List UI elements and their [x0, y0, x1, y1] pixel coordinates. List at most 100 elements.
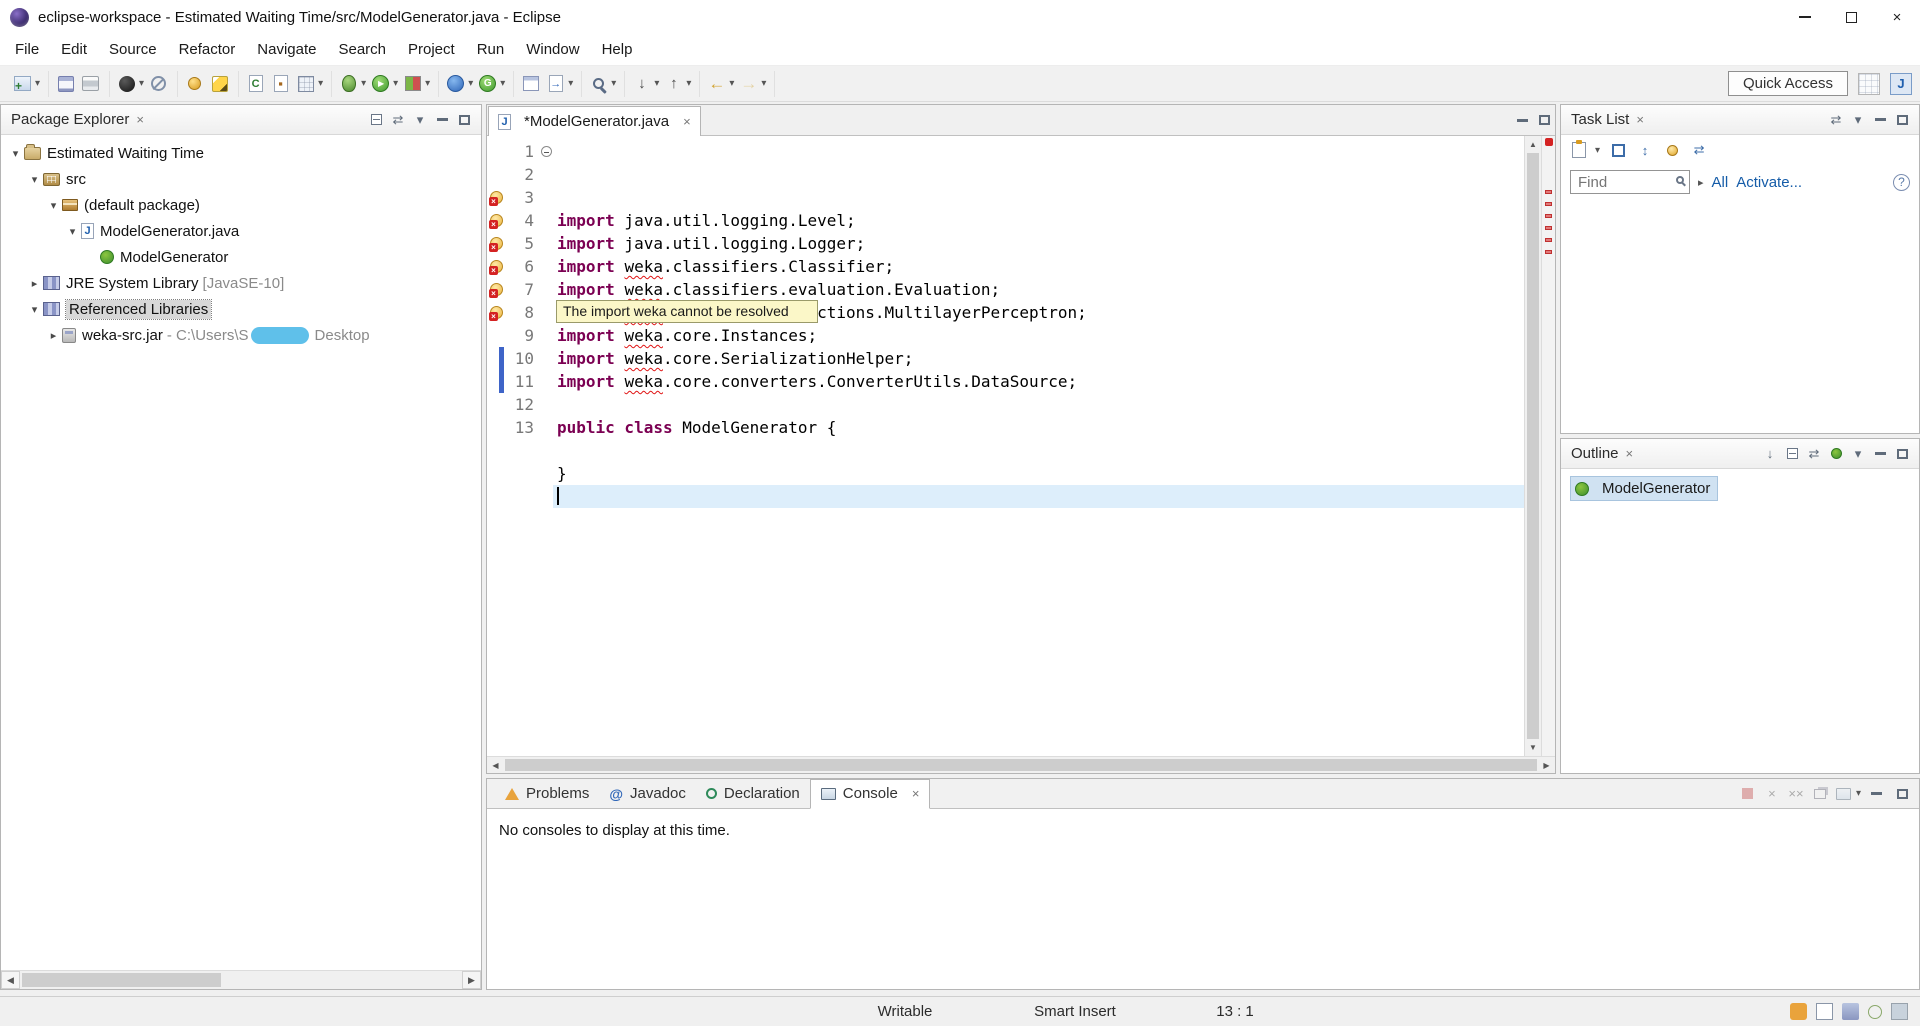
- code-line[interactable]: [553, 393, 1524, 416]
- error-marker-icon[interactable]: [489, 190, 503, 206]
- scroll-right-icon[interactable]: ▶: [462, 971, 481, 989]
- error-marker-icon[interactable]: [489, 236, 503, 252]
- hide-fields-icon[interactable]: [1781, 443, 1803, 465]
- print-icon[interactable]: [80, 73, 101, 94]
- hide-static-members-icon[interactable]: ⇄: [1803, 443, 1825, 465]
- dropdown-arrow-icon[interactable]: ▾: [1856, 788, 1861, 799]
- quick-access-button[interactable]: Quick Access: [1727, 71, 1848, 96]
- tree-item[interactable]: ▾ Estimated Waiting Time: [1, 140, 481, 166]
- editor-vscrollbar[interactable]: ▲ ▼: [1524, 136, 1541, 756]
- tree-item[interactable]: ▸ JRE System Library [JavaSE-10]: [1, 270, 481, 296]
- hide-non-public-icon[interactable]: [1825, 443, 1847, 465]
- new-package-icon[interactable]: [270, 73, 291, 94]
- categorized-icon[interactable]: [1609, 141, 1627, 159]
- open-perspective-icon[interactable]: [1858, 72, 1880, 95]
- dropdown-arrow-icon[interactable]: ▾: [361, 78, 366, 89]
- maximize-icon[interactable]: [1891, 109, 1913, 131]
- menu-edit[interactable]: Edit: [50, 36, 98, 63]
- dropdown-arrow-icon[interactable]: ▾: [729, 78, 734, 89]
- remove-launch-icon[interactable]: ×: [1762, 784, 1782, 804]
- profile-icon[interactable]: [445, 73, 466, 94]
- menu-refactor[interactable]: Refactor: [168, 36, 247, 63]
- forward-icon[interactable]: [738, 73, 759, 94]
- maximize-icon[interactable]: [453, 109, 475, 131]
- close-window-button[interactable]: ×: [1874, 0, 1920, 34]
- minimize-icon[interactable]: [1511, 109, 1533, 131]
- open-task-icon[interactable]: [545, 73, 566, 94]
- collapse-fold-icon[interactable]: [540, 146, 552, 157]
- dropdown-arrow-icon[interactable]: ▾: [611, 78, 616, 89]
- overview-ruler[interactable]: [1541, 136, 1555, 756]
- new-class-icon[interactable]: [245, 73, 266, 94]
- error-marker-icon[interactable]: [489, 305, 503, 321]
- open-console-icon[interactable]: [1834, 784, 1854, 804]
- notification-icon[interactable]: [1790, 1003, 1807, 1020]
- code-area[interactable]: The import weka cannot be resolved impor…: [553, 136, 1524, 756]
- tree-item[interactable]: ▾ Referenced Libraries: [1, 296, 481, 322]
- menu-search[interactable]: Search: [327, 36, 397, 63]
- minimize-icon[interactable]: [431, 109, 453, 131]
- tree-item[interactable]: ▾ (default package): [1, 192, 481, 218]
- menu-help[interactable]: Help: [591, 36, 644, 63]
- tab-modelgenerator-java[interactable]: *ModelGenerator.java ×: [488, 106, 701, 136]
- dropdown-arrow-icon[interactable]: ▾: [1595, 145, 1600, 156]
- skip-breakpoints-icon[interactable]: [148, 73, 169, 94]
- code-line[interactable]: }: [553, 462, 1524, 485]
- close-icon[interactable]: ×: [912, 786, 920, 801]
- scrollbar-thumb[interactable]: [1527, 153, 1539, 739]
- close-icon[interactable]: ×: [1636, 112, 1644, 127]
- code-line[interactable]: [553, 439, 1524, 462]
- scroll-left-icon[interactable]: ◀: [1, 971, 20, 989]
- scroll-up-icon[interactable]: ▲: [1525, 136, 1541, 153]
- editor-hscrollbar[interactable]: ◀ ▶: [487, 756, 1555, 773]
- code-line[interactable]: import weka.classifiers.evaluation.Evalu…: [553, 278, 1524, 301]
- scrollbar-thumb[interactable]: [505, 759, 1537, 771]
- scrollbar-thumb[interactable]: [22, 973, 221, 987]
- save-icon[interactable]: [55, 73, 76, 94]
- code-line[interactable]: import weka.core.converters.ConverterUti…: [553, 370, 1524, 393]
- dropdown-arrow-icon[interactable]: ▾: [318, 78, 323, 89]
- menu-navigate[interactable]: Navigate: [246, 36, 327, 63]
- menu-window[interactable]: Window: [515, 36, 590, 63]
- outline-item[interactable]: ModelGenerator: [1570, 476, 1719, 501]
- close-icon[interactable]: ×: [136, 112, 144, 127]
- code-line[interactable]: public class ModelGenerator {: [553, 416, 1524, 439]
- maximize-window-button[interactable]: [1828, 0, 1874, 34]
- close-icon[interactable]: ×: [683, 114, 691, 129]
- dropdown-arrow-icon[interactable]: ▾: [393, 78, 398, 89]
- heap-status-icon[interactable]: [1868, 1004, 1882, 1019]
- maximize-icon[interactable]: [1533, 109, 1555, 131]
- coverage-icon[interactable]: [402, 73, 423, 94]
- background-jobs-icon[interactable]: [1842, 1003, 1859, 1020]
- debug-last-icon[interactable]: [116, 73, 137, 94]
- expander-icon[interactable]: ▾: [26, 173, 43, 186]
- maximize-icon[interactable]: [1891, 443, 1913, 465]
- view-menu-icon[interactable]: ▾: [409, 109, 431, 131]
- filter-all-link[interactable]: All: [1712, 174, 1729, 191]
- tab-declaration[interactable]: Declaration: [696, 780, 810, 808]
- code-line[interactable]: import weka.core.SerializationHelper;: [553, 347, 1524, 370]
- menu-run[interactable]: Run: [466, 36, 516, 63]
- prev-annotation-icon[interactable]: [663, 73, 684, 94]
- run-icon[interactable]: [370, 73, 391, 94]
- menu-project[interactable]: Project: [397, 36, 466, 63]
- minimize-icon[interactable]: [1865, 783, 1887, 805]
- focus-on-workweek-icon[interactable]: [1663, 141, 1681, 159]
- dropdown-arrow-icon[interactable]: ▾: [686, 78, 691, 89]
- activate-link[interactable]: Activate...: [1736, 174, 1802, 191]
- external-g-icon[interactable]: [477, 73, 498, 94]
- collapse-all-icon[interactable]: [365, 109, 387, 131]
- code-line[interactable]: import weka.classifiers.Classifier;: [553, 255, 1524, 278]
- dropdown-arrow-icon[interactable]: ▾: [35, 78, 40, 89]
- table-icon[interactable]: [520, 73, 541, 94]
- back-icon[interactable]: [706, 73, 727, 94]
- maximize-icon[interactable]: [1891, 783, 1913, 805]
- pin-icon[interactable]: [184, 73, 205, 94]
- expander-icon[interactable]: ▾: [7, 147, 24, 160]
- sync-tasks-icon[interactable]: ⇄: [1825, 109, 1847, 131]
- view-menu-icon[interactable]: ▾: [1847, 109, 1869, 131]
- terminate-icon[interactable]: [1738, 784, 1758, 804]
- open-type-icon[interactable]: [295, 73, 316, 94]
- code-line[interactable]: import java.util.logging.Level;: [553, 209, 1524, 232]
- new-task-icon[interactable]: [1570, 140, 1588, 159]
